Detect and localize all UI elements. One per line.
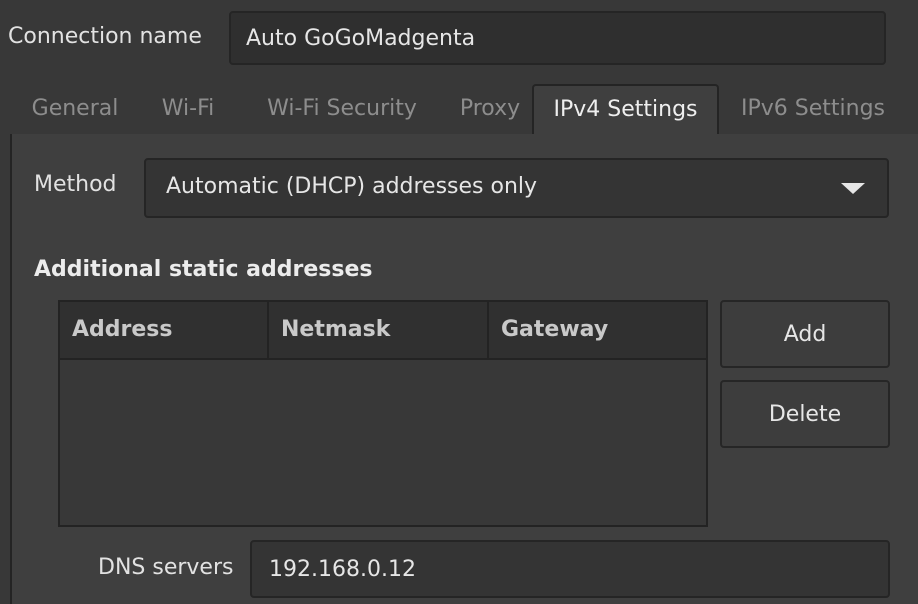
connection-name-input[interactable] [229, 11, 886, 65]
tab-ipv6-settings[interactable]: IPv6 Settings [728, 84, 898, 134]
method-dropdown[interactable]: Automatic (DHCP) addresses only [144, 158, 889, 218]
dns-servers-label: DNS servers [98, 555, 234, 580]
tab-proxy[interactable]: Proxy [438, 84, 542, 134]
method-selected-value: Automatic (DHCP) addresses only [166, 174, 538, 199]
static-addresses-table[interactable]: Address Netmask Gateway [58, 300, 708, 527]
tab-bar: General Wi-Fi Wi-Fi Security Proxy IPv4 … [10, 84, 918, 136]
tab-general[interactable]: General [10, 84, 140, 134]
dns-servers-input[interactable] [250, 540, 890, 598]
column-header-gateway[interactable]: Gateway [489, 302, 706, 358]
method-label: Method [34, 172, 117, 197]
add-address-button[interactable]: Add [720, 300, 890, 368]
delete-address-button[interactable]: Delete [720, 380, 890, 448]
table-header: Address Netmask Gateway [60, 302, 706, 360]
column-header-address[interactable]: Address [60, 302, 267, 358]
tab-ipv4-settings[interactable]: IPv4 Settings [532, 84, 719, 134]
connection-name-label: Connection name [8, 24, 202, 49]
static-addresses-heading: Additional static addresses [34, 257, 373, 282]
chevron-down-icon [841, 183, 865, 194]
tab-wifi[interactable]: Wi-Fi [150, 84, 226, 134]
tab-wifi-security[interactable]: Wi-Fi Security [246, 84, 438, 134]
column-header-netmask[interactable]: Netmask [269, 302, 488, 358]
